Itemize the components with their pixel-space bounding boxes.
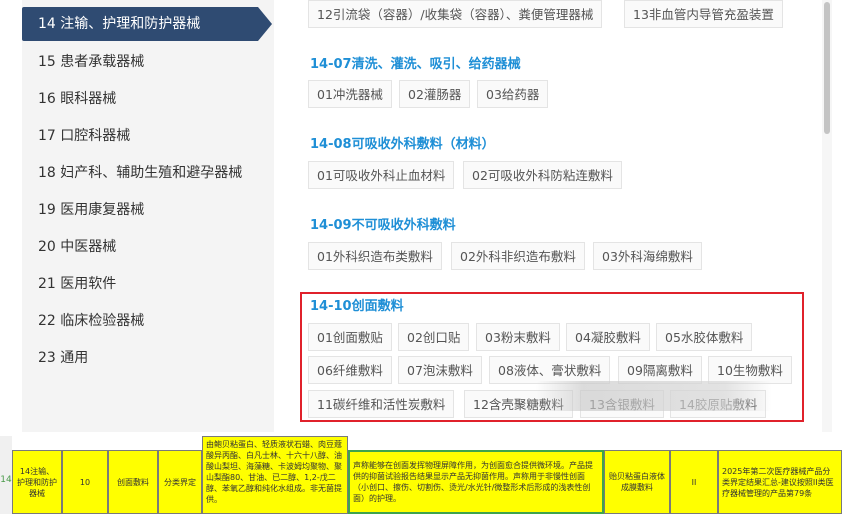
chip-14-10-14[interactable]: 14胶原贴敷料 [670,390,767,418]
group-title-14-10[interactable]: 14-10创面敷料 [310,295,404,314]
scrollbar-thumb[interactable] [824,2,830,134]
spreadsheet-row: 14 14注输、护理和防护器械 10 创面敷料 分类界定 由鲍贝粘蛋白、轻质液状… [0,436,842,524]
chip-14-10-10[interactable]: 10生物敷料 [708,356,792,384]
chip-14-07-03[interactable]: 03给药器 [477,80,549,108]
chip-14-10-13[interactable]: 13含银敷料 [580,390,664,418]
sidebar-item-21[interactable]: 21 医用软件 [38,274,116,294]
chip-14-10-08[interactable]: 08液体、膏状敷料 [489,356,611,384]
cell-type[interactable]: 分类界定 [158,450,202,514]
chip-14-10-05[interactable]: 05水胶体敷料 [656,323,753,351]
sidebar-item-18[interactable]: 18 妇产科、辅助生殖和避孕器械 [38,163,242,183]
chip-14-09-01[interactable]: 01外科织造布类敷料 [308,242,442,270]
group-title-14-09[interactable]: 14-09不可吸收外科敷料 [310,214,456,233]
row-number[interactable]: 14 [0,436,12,524]
chip-14-10-11[interactable]: 11碳纤维和活性炭敷料 [308,390,455,418]
cell-product[interactable]: 创面敷料 [108,450,158,514]
cell-category[interactable]: 14注输、护理和防护器械 [12,450,62,514]
cell-note[interactable]: 2025年第二次医疗器械产品分类界定结果汇总-建议按照II类医疗器械管理的产品第… [718,450,842,514]
chip-14-09-02[interactable]: 02外科非织造布敷料 [451,242,585,270]
chip-14-10-03[interactable]: 03粉末敷料 [476,323,560,351]
sidebar-item-19[interactable]: 19 医用康复器械 [38,200,144,220]
sidebar-item-23[interactable]: 23 通用 [38,348,88,368]
chip-14-07-01[interactable]: 01冲洗器械 [308,80,392,108]
sidebar-item-16[interactable]: 16 眼科器械 [38,89,116,109]
chip-14-10-06[interactable]: 06纤维敷料 [308,356,392,384]
subcategory-list: 12引流袋（容器）/收集袋（容器）、粪便管理器械 13非血管内导管充盈装置 14… [296,0,816,432]
chip-14-10-01[interactable]: 01创面敷贴 [308,323,392,351]
sheet-bottom-area [0,514,842,524]
chip-14-08-02[interactable]: 02可吸收外科防粘连敷料 [463,161,622,189]
chip-14-09-03[interactable]: 03外科海绵敷料 [593,242,702,270]
group-title-14-08[interactable]: 14-08可吸收外科敷料（材料） [310,133,495,152]
sidebar-item-22[interactable]: 22 临床检验器械 [38,311,144,331]
classification-panel: 14 注输、护理和防护器械 15 患者承载器械 16 眼科器械 17 口腔科器械… [0,0,842,432]
vertical-scrollbar[interactable] [822,0,832,432]
chip-14-10-07[interactable]: 07泡沫敷料 [398,356,482,384]
sidebar-item-17[interactable]: 17 口腔科器械 [38,126,130,146]
chip-14-07-02[interactable]: 02灌肠器 [399,80,471,108]
cell-claim[interactable]: 声称能够在创面发挥物理屏障作用，为创面愈合提供微环境。产品提供的抑菌试验报告结果… [348,450,604,514]
sidebar-item-active[interactable]: 14 注输、护理和防护器械 [22,7,272,41]
chip-14-10-04[interactable]: 04凝胶敷料 [566,323,650,351]
chip-14-10-12[interactable]: 12含壳聚糖敷料 [464,390,573,418]
sidebar-item-15[interactable]: 15 患者承载器械 [38,52,144,72]
chip-12[interactable]: 12引流袋（容器）/收集袋（容器）、粪便管理器械 [308,0,603,28]
cell-name[interactable]: 贻贝粘蛋白液体成膜敷料 [604,450,670,514]
cell-ingredients[interactable]: 由鲍贝粘蛋白、轻质液状石蜡、肉豆蔻酸异丙酯、白凡士林、十六十八醇、油酸山梨坦、海… [202,436,348,514]
group-title-14-07[interactable]: 14-07清洗、灌洗、吸引、给药器械 [310,53,521,72]
chip-14-10-09[interactable]: 09隔离敷料 [618,356,702,384]
chip-13[interactable]: 13非血管内导管充盈装置 [624,0,783,28]
cell-subcategory[interactable]: 10 [62,450,108,514]
cell-class[interactable]: II [670,450,718,514]
sidebar-item-20[interactable]: 20 中医器械 [38,237,116,257]
chip-14-10-02[interactable]: 02创口贴 [398,323,470,351]
chip-14-08-01[interactable]: 01可吸收外科止血材料 [308,161,455,189]
